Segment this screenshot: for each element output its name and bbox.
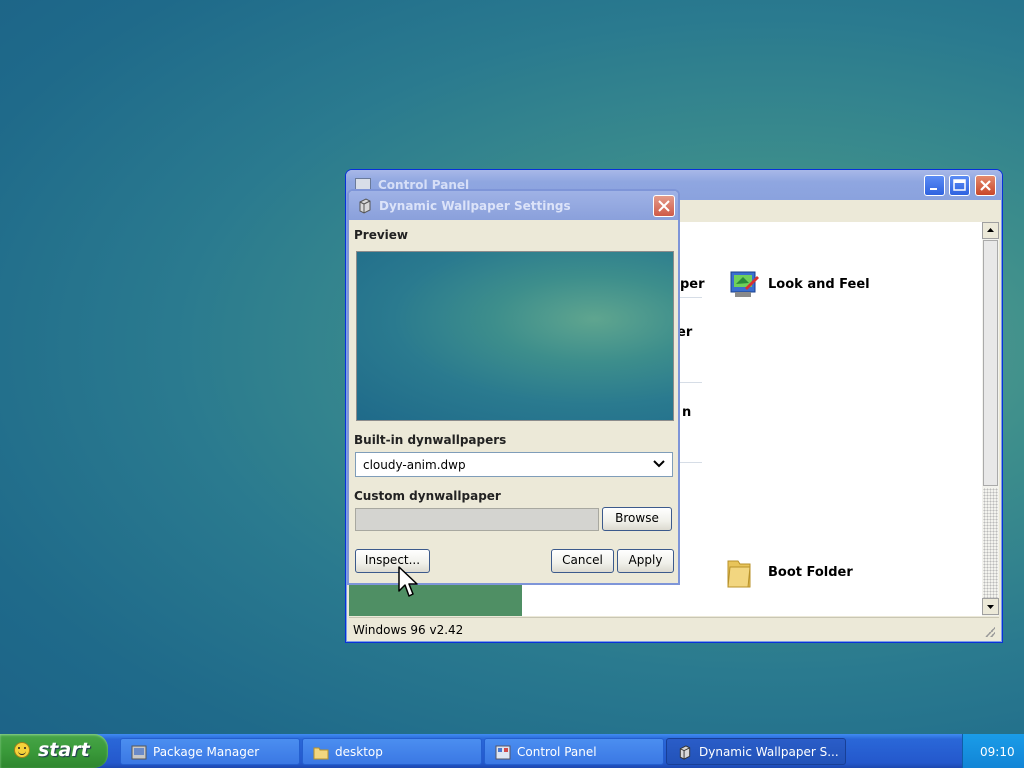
status-text: Windows 96 v2.42 [353,623,464,637]
maximize-button[interactable] [949,175,970,196]
start-button[interactable]: start [0,734,108,768]
maximize-icon [953,179,966,191]
package-icon [131,745,147,760]
look-and-feel-item[interactable]: Look and Feel [768,277,870,292]
minimize-button[interactable] [924,175,945,196]
look-and-feel-icon[interactable] [727,268,761,302]
taskbar: start Package Manager desktop Control Pa… [0,734,1024,768]
task-dynamic-wallpaper[interactable]: Dynamic Wallpaper S... [666,738,846,765]
preview-label: Preview [354,228,409,242]
item-partial-label[interactable]: per [680,277,705,292]
system-tray: 09:10 [962,734,1024,768]
task-desktop[interactable]: desktop [302,738,482,765]
scrollbar-thumb[interactable] [983,240,998,486]
close-icon [980,180,991,191]
dialog-title: Dynamic Wallpaper Settings [379,199,571,213]
dynamic-wallpaper-dialog: Dynamic Wallpaper Settings Preview Built… [347,189,680,585]
chevron-down-icon[interactable] [652,457,666,471]
boot-folder-item[interactable]: Boot Folder [768,565,853,580]
folder-icon[interactable] [724,555,754,591]
wallpaper-icon [359,198,371,214]
close-button[interactable] [975,175,996,196]
start-label: start [38,739,90,761]
arrow-up-icon [987,228,994,232]
arrow-down-icon [987,605,994,609]
task-label: Package Manager [153,745,260,759]
task-label: Dynamic Wallpaper S... [699,745,839,759]
task-label: Control Panel [517,745,597,759]
wallpaper-icon [679,745,691,760]
scroll-up-button[interactable] [982,222,999,239]
folder-icon [313,747,329,760]
dialog-titlebar[interactable]: Dynamic Wallpaper Settings [349,191,678,220]
scroll-down-button[interactable] [982,598,999,615]
status-bar: Windows 96 v2.42 [349,617,999,641]
task-package-manager[interactable]: Package Manager [120,738,300,765]
browse-button[interactable]: Browse [602,507,672,531]
builtin-wallpaper-select[interactable]: cloudy-anim.dwp [355,452,673,477]
resize-grip[interactable] [985,627,995,637]
minimize-icon [930,188,937,190]
vertical-scrollbar[interactable] [982,222,999,616]
item-partial-label[interactable]: n [682,405,691,420]
close-icon [658,200,670,212]
task-label: desktop [335,745,383,759]
apply-button[interactable]: Apply [617,549,674,573]
dialog-close-button[interactable] [653,195,675,217]
task-control-panel[interactable]: Control Panel [484,738,664,765]
smiley-icon [14,742,30,758]
clock[interactable]: 09:10 [980,745,1015,759]
builtin-selected-value: cloudy-anim.dwp [363,458,466,472]
builtin-label: Built-in dynwallpapers [354,433,507,447]
wallpaper-preview [356,251,674,421]
mouse-cursor-icon [398,566,418,597]
custom-wallpaper-field[interactable] [355,508,599,531]
scrollbar-track[interactable] [983,488,998,598]
control-panel-icon [495,745,511,760]
custom-label: Custom dynwallpaper [354,489,501,503]
cancel-button[interactable]: Cancel [551,549,614,573]
